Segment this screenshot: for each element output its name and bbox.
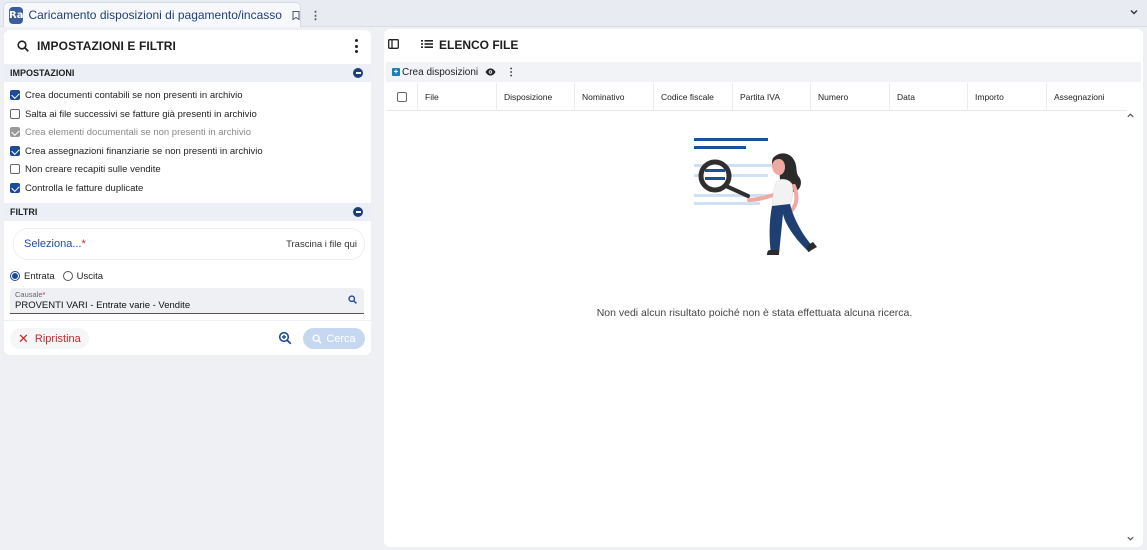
table-header: File Disposizione Nominativo Codice fiscale… (386, 83, 1127, 111)
column-header[interactable]: Disposizione (497, 83, 575, 111)
app-logo-icon: Ra (9, 6, 24, 24)
panel-title: IMPOSTAZIONI E FILTRI (37, 39, 176, 53)
zoom-in-icon[interactable] (278, 331, 292, 345)
radio-entrata[interactable] (10, 271, 20, 281)
tab-more-icon[interactable]: ⋮ (310, 9, 321, 22)
toolbar-more-icon[interactable]: ⋮ (506, 67, 516, 78)
filters-panel-header: IMPOSTAZIONI E FILTRI (4, 30, 371, 62)
collapse-icon[interactable] (353, 207, 363, 217)
search-icon[interactable] (348, 295, 357, 304)
search-icon (17, 40, 29, 52)
file-list-toolbar: + Crea disposizioni ⋮ (386, 62, 1141, 82)
select-all-checkbox[interactable] (396, 92, 407, 102)
collapse-icon[interactable] (353, 68, 363, 78)
chevron-down-icon[interactable] (1129, 7, 1139, 17)
panel-menu-icon[interactable] (355, 39, 359, 53)
column-header[interactable]: Numero (811, 83, 890, 111)
eye-icon[interactable] (485, 68, 496, 76)
filters-section-title: FILTRI (10, 207, 38, 217)
scroll-up-icon[interactable] (1126, 111, 1135, 120)
divider (4, 320, 371, 321)
reset-label: Ripristina (34, 332, 81, 345)
drop-hint: Trascina i file qui (286, 239, 357, 250)
causale-label: Causale* (15, 290, 46, 299)
direction-radio-group: Entrata Uscita (10, 268, 103, 284)
search-label: Cerca (326, 332, 356, 345)
setting-checkbox[interactable] (10, 183, 20, 193)
filters-panel: IMPOSTAZIONI E FILTRI IMPOSTAZIONI Crea … (4, 30, 371, 355)
setting-label: Crea elementi documentali se non present… (25, 126, 252, 138)
radio-uscita[interactable] (62, 271, 73, 281)
settings-section-header[interactable]: IMPOSTAZIONI (4, 64, 371, 82)
column-header[interactable]: Partita IVA (733, 83, 811, 111)
column-header[interactable]: Codice fiscale (654, 83, 733, 111)
setting-checkbox[interactable] (10, 146, 20, 156)
setting-checkbox[interactable] (10, 90, 20, 100)
required-mark: * (81, 238, 86, 250)
document-tab[interactable]: Ra Caricamento disposizioni di pagamento… (3, 2, 321, 27)
search-button[interactable]: Cerca (303, 328, 365, 349)
filters-section-header[interactable]: FILTRI (4, 203, 371, 221)
list-icon (421, 39, 433, 49)
file-list-header: ELENCO FILE (384, 29, 1143, 59)
setting-label: Crea documenti contabili se non presenti… (25, 89, 243, 101)
empty-state-message: Non vedi alcun risultato poiché non è st… (596, 307, 913, 319)
search-icon (312, 334, 323, 344)
scroll-down-icon[interactable] (1126, 534, 1135, 543)
column-header[interactable]: Assegnazioni (1047, 83, 1126, 111)
setting-label: Controlla le fatture duplicate (25, 182, 144, 194)
select-all-cell (386, 83, 418, 111)
causale-field[interactable]: Causale* PROVENTI VARI - Entrate varie -… (10, 288, 364, 314)
column-header[interactable]: Data (890, 83, 968, 111)
file-drop-zone[interactable]: Seleziona...* Trascina i file qui (14, 229, 364, 259)
create-dispositions-button[interactable]: Crea disposizioni (402, 67, 478, 78)
radio-uscita-label[interactable]: Uscita (77, 271, 103, 282)
settings-section-title: IMPOSTAZIONI (10, 68, 75, 78)
setting-checkbox (10, 127, 20, 137)
select-file-button[interactable]: Seleziona...* (24, 238, 86, 250)
setting-option[interactable]: Crea documenti contabili se non presenti… (10, 87, 243, 103)
setting-label: Non creare recapiti sulle vendite (25, 163, 161, 175)
setting-option[interactable]: Crea assegnazioni finanziarie se non pre… (10, 143, 263, 159)
reset-button[interactable]: ✕ Ripristina (10, 328, 89, 349)
setting-label: Crea assegnazioni finanziarie se non pre… (25, 145, 263, 157)
add-icon: + (392, 67, 400, 76)
tab-strip: Ra Caricamento disposizioni di pagamento… (0, 0, 1147, 27)
setting-option: Crea elementi documentali se non present… (10, 124, 251, 140)
radio-entrata-label[interactable]: Entrata (24, 271, 55, 282)
bookmark-icon[interactable] (292, 10, 300, 20)
setting-checkbox[interactable] (10, 109, 20, 119)
close-icon: ✕ (18, 330, 29, 346)
column-header[interactable]: Importo (968, 83, 1047, 111)
tab-title: Caricamento disposizioni di pagamento/in… (28, 8, 282, 22)
toggle-sidebar-icon[interactable] (388, 39, 399, 49)
file-list-panel: ELENCO FILE + Crea disposizioni ⋮ File Di… (384, 29, 1143, 547)
column-header[interactable]: File (418, 83, 497, 111)
column-header[interactable]: Nominativo (575, 83, 654, 111)
causale-value: PROVENTI VARI - Entrate varie - Vendite (15, 300, 191, 311)
setting-option[interactable]: Controlla le fatture duplicate (10, 180, 143, 196)
setting-option[interactable]: Salta ai file successivi se fatture già … (10, 106, 257, 122)
setting-option[interactable]: Non creare recapiti sulle vendite (10, 161, 161, 177)
setting-label: Salta ai file successivi se fatture già … (25, 108, 257, 120)
file-list-title: ELENCO FILE (439, 38, 519, 52)
empty-state-illustration (693, 136, 823, 296)
setting-checkbox[interactable] (10, 164, 20, 174)
